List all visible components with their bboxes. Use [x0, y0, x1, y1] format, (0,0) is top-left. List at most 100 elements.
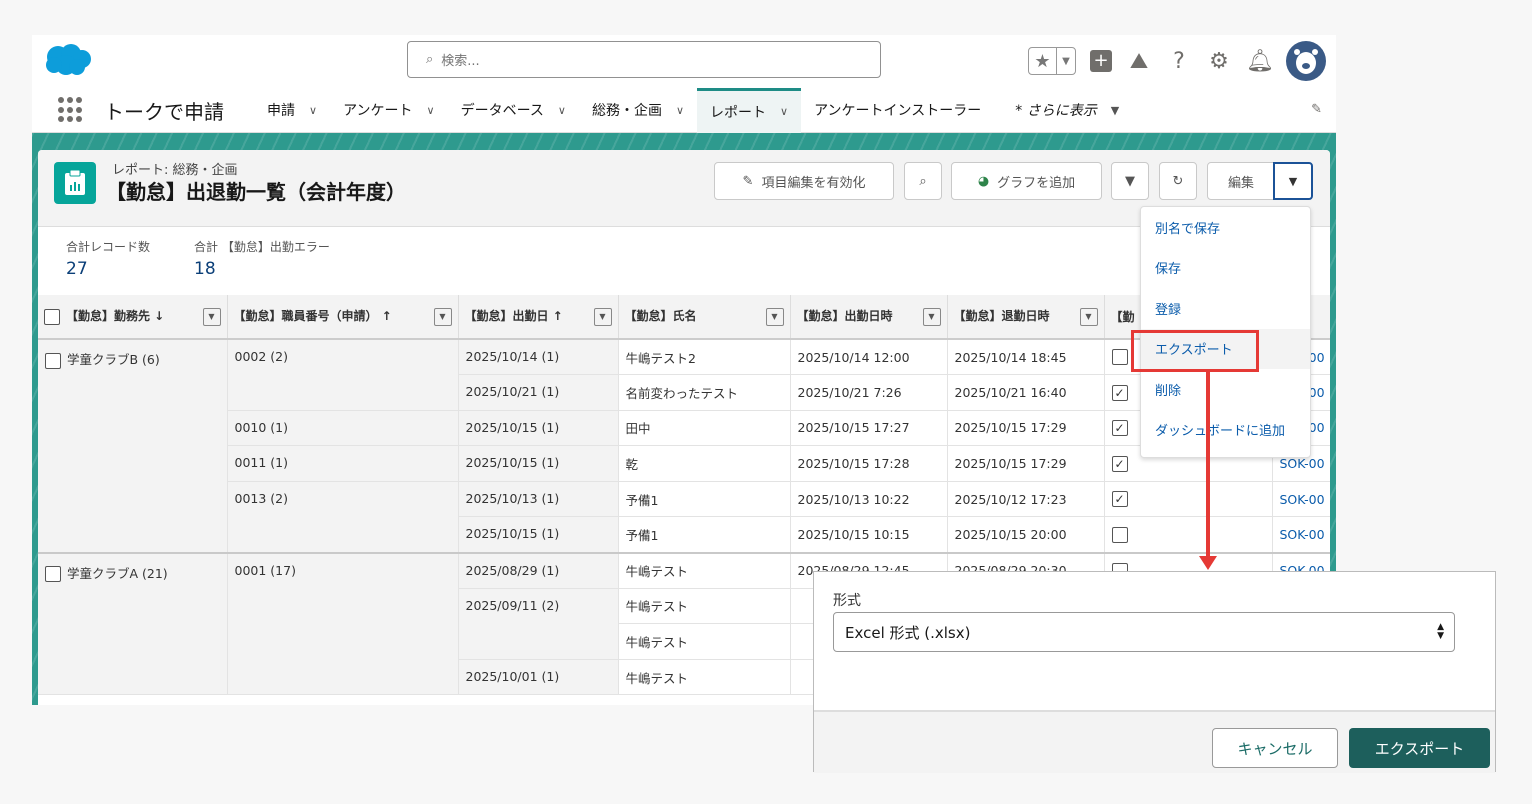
format-select[interactable]: Excel 形式 (.xlsx) ▲ ▼ — [833, 612, 1455, 652]
work-date-cell: 2025/10/01 (1) — [458, 659, 619, 696]
column-menu-icon[interactable]: ▼ — [433, 308, 452, 326]
chevron-down-icon: ∨ — [780, 105, 789, 118]
column-menu-icon[interactable]: ▼ — [922, 308, 941, 326]
group-checkbox[interactable] — [45, 566, 61, 583]
page-title: 【勤怠】出退勤一覧（会計年度） — [106, 180, 406, 204]
column-header[interactable]: 【勤怠】出勤日 ↑ ▼ — [458, 295, 619, 340]
record-id-link[interactable]: SOK-00 — [1272, 516, 1330, 554]
refresh-icon: ↻ — [1172, 173, 1184, 189]
filter-icon: ▼ — [1125, 173, 1135, 189]
name-cell: 牛嶋テスト — [618, 659, 791, 696]
chart-icon: ◕ — [977, 173, 990, 189]
clock-in-cell: 2025/10/13 10:22 — [790, 481, 948, 518]
nav-tab[interactable]: 申請 ∨ — [254, 88, 330, 133]
menu-item[interactable]: 別名で保存 — [1141, 207, 1310, 248]
select-all-checkbox[interactable] — [44, 308, 60, 325]
nav-tab[interactable]: アンケートインストーラー — [801, 88, 994, 133]
nav-tab[interactable]: 総務・企画 ∨ — [579, 88, 697, 133]
more-actions-button[interactable]: ▼ — [1273, 162, 1313, 200]
menu-item[interactable]: 削除 — [1141, 369, 1310, 410]
employee-number-cell: 0013 (2) — [227, 481, 459, 554]
column-header[interactable]: 【勤怠】職員番号（申請） ↑ ▼ — [227, 295, 459, 340]
column-header[interactable]: 【勤怠】退勤日時 ▼ — [947, 295, 1105, 340]
nav-tab-label: * さらに表示 — [1015, 103, 1097, 119]
table-row: 0011 (1) 2025/10/15 (1) 乾 2025/10/15 17:28 2… — [38, 445, 1330, 482]
global-header: ⌕ 検索... ★ ▼ + ⛰ ? ⚙ 🔔︎ — [32, 35, 1336, 88]
column-header[interactable]: 【勤怠】勤務先 ↓ ▼ — [38, 295, 228, 340]
error-checkbox — [1111, 526, 1128, 543]
refresh-button[interactable]: ↻ — [1159, 162, 1197, 200]
nav-tab[interactable]: レポート ∨ — [697, 87, 802, 133]
nav-tab[interactable]: * さらに表示 ▼ — [1002, 88, 1132, 133]
chevron-down-icon: ∨ — [675, 103, 685, 117]
record-id-link[interactable]: SOK-00 — [1272, 481, 1330, 518]
nav-tab[interactable]: アンケート ∨ — [330, 88, 448, 133]
name-cell: 名前変わったテスト — [618, 374, 791, 411]
work-date-cell: 2025/10/13 (1) — [458, 481, 619, 518]
chevron-down-icon: ∨ — [309, 103, 318, 117]
favorites-button[interactable]: ★ ▼ — [1028, 47, 1076, 75]
search-report-button[interactable]: ⌕ — [904, 162, 942, 200]
work-date-cell: 2025/10/21 (1) — [458, 374, 619, 411]
nav-tab-label: データベース — [460, 103, 544, 119]
group-checkbox[interactable] — [45, 352, 61, 369]
clock-in-cell: 2025/10/15 17:28 — [790, 445, 948, 482]
name-cell: 予備1 — [618, 516, 791, 554]
column-header-label: 【勤 — [1110, 310, 1135, 324]
menu-item[interactable]: 保存 — [1141, 248, 1310, 289]
name-cell: 田中 — [618, 410, 791, 447]
highlight-annotation-box — [1131, 330, 1259, 372]
column-menu-icon[interactable]: ▼ — [202, 308, 221, 326]
name-cell: 牛嶋テスト — [618, 588, 791, 625]
table-row: 0013 (2) 2025/10/13 (1) 予備1 2025/10/13 10:2… — [38, 481, 1330, 554]
work-date-cell: 2025/10/15 (1) — [458, 516, 619, 554]
global-search-input[interactable]: ⌕ 検索... — [407, 41, 881, 78]
help-icon[interactable]: ? — [1166, 49, 1192, 74]
column-header[interactable]: 【勤怠】出勤日時 ▼ — [790, 295, 948, 340]
salesforce-logo — [46, 44, 91, 75]
filter-button[interactable]: ▼ — [1111, 162, 1149, 200]
menu-item[interactable]: ダッシュボードに追加 — [1141, 410, 1310, 451]
clock-out-cell: 2025/10/21 16:40 — [947, 374, 1105, 411]
clock-in-cell: 2025/10/14 12:00 — [790, 338, 948, 376]
column-menu-icon[interactable]: ▼ — [765, 308, 784, 326]
bell-icon[interactable]: 🔔︎ — [1246, 49, 1274, 74]
column-header-label: 【勤怠】氏名 — [624, 309, 697, 323]
column-menu-icon[interactable]: ▼ — [1079, 308, 1098, 326]
avatar[interactable] — [1286, 41, 1326, 81]
trailhead-icon[interactable]: ⛰ — [1126, 49, 1152, 74]
name-cell: 牛嶋テスト — [618, 551, 791, 589]
column-header[interactable]: 【勤怠】氏名 ▼ — [618, 295, 791, 340]
menu-item[interactable]: 登録 — [1141, 288, 1310, 329]
error-checkbox: ✓ — [1111, 420, 1128, 437]
group-cell: 学童クラブB (6) — [38, 338, 228, 554]
edit-button[interactable]: 編集 — [1207, 162, 1275, 200]
export-button[interactable]: エクスポート — [1349, 728, 1490, 768]
name-cell: 予備1 — [618, 481, 791, 518]
employee-number-cell: 0011 (1) — [227, 445, 459, 482]
pencil-icon: ✎ — [742, 173, 754, 189]
add-icon[interactable]: + — [1090, 50, 1112, 72]
app-launcher-icon[interactable] — [58, 97, 84, 123]
name-cell: 乾 — [618, 445, 791, 482]
column-header-label: 【勤怠】出勤日時 — [796, 309, 893, 323]
search-icon: ⌕ — [426, 52, 434, 67]
cancel-button[interactable]: キャンセル — [1212, 728, 1338, 768]
chevron-down-icon: ∨ — [426, 103, 435, 117]
column-menu-icon[interactable]: ▼ — [593, 308, 612, 326]
work-date-cell: 2025/10/15 (1) — [458, 445, 619, 482]
nav-tab-label: アンケート — [343, 103, 413, 119]
clock-out-cell: 2025/10/15 20:00 — [947, 516, 1105, 554]
add-chart-button[interactable]: ◕ グラフを追加 — [951, 162, 1102, 200]
table-row: 0010 (1) 2025/10/15 (1) 田中 2025/10/15 17:27… — [38, 410, 1330, 447]
enable-inline-edit-button[interactable]: ✎ 項目編集を有効化 — [714, 162, 894, 200]
report-header: レポート: 総務・企画 【勤怠】出退勤一覧（会計年度） ✎ 項目編集を有効化 ⌕ … — [38, 150, 1330, 227]
clock-out-cell: 2025/10/14 18:45 — [947, 338, 1105, 376]
gear-icon[interactable]: ⚙ — [1206, 49, 1232, 74]
nav-tab[interactable]: データベース ∨ — [448, 88, 579, 133]
format-label: 形式 — [833, 593, 861, 609]
error-flag-cell — [1104, 516, 1273, 554]
edit-nav-pencil-icon[interactable]: ✎ — [1311, 102, 1322, 117]
chevron-down-icon: ▼ — [1288, 174, 1298, 188]
name-cell: 牛嶋テスト — [618, 623, 791, 660]
